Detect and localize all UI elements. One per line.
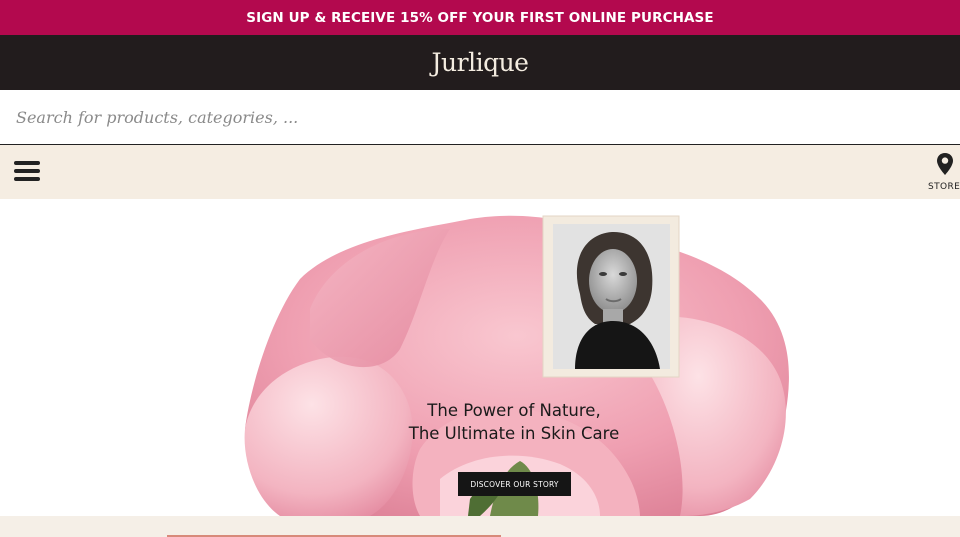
store-locator-button[interactable]: STORE: [924, 152, 960, 194]
site-header: Jurlique: [0, 35, 960, 90]
search-input[interactable]: [0, 90, 960, 144]
hamburger-menu-icon[interactable]: [14, 159, 41, 183]
hero-banner[interactable]: The Power of Nature, The Ultimate in Ski…: [0, 199, 960, 516]
hero-headline: The Power of Nature, The Ultimate in Ski…: [380, 399, 648, 445]
brand-logo[interactable]: Jurlique: [432, 48, 529, 77]
navigation-bar: STORE: [0, 145, 960, 199]
hero-headline-line1: The Power of Nature,: [427, 401, 601, 420]
next-section-strip: [0, 516, 960, 537]
search-bar: [0, 90, 960, 145]
discover-our-story-button[interactable]: DISCOVER OUR STORY: [458, 472, 571, 496]
promo-banner[interactable]: SIGN UP & RECEIVE 15% OFF YOUR FIRST ONL…: [0, 0, 960, 35]
map-pin-icon: [937, 153, 953, 175]
promo-text[interactable]: SIGN UP & RECEIVE 15% OFF YOUR FIRST ONL…: [246, 10, 713, 26]
store-label: STORE: [928, 182, 960, 192]
hero-headline-line2: The Ultimate in Skin Care: [408, 424, 620, 443]
rose-portrait-image: [244, 215, 789, 516]
